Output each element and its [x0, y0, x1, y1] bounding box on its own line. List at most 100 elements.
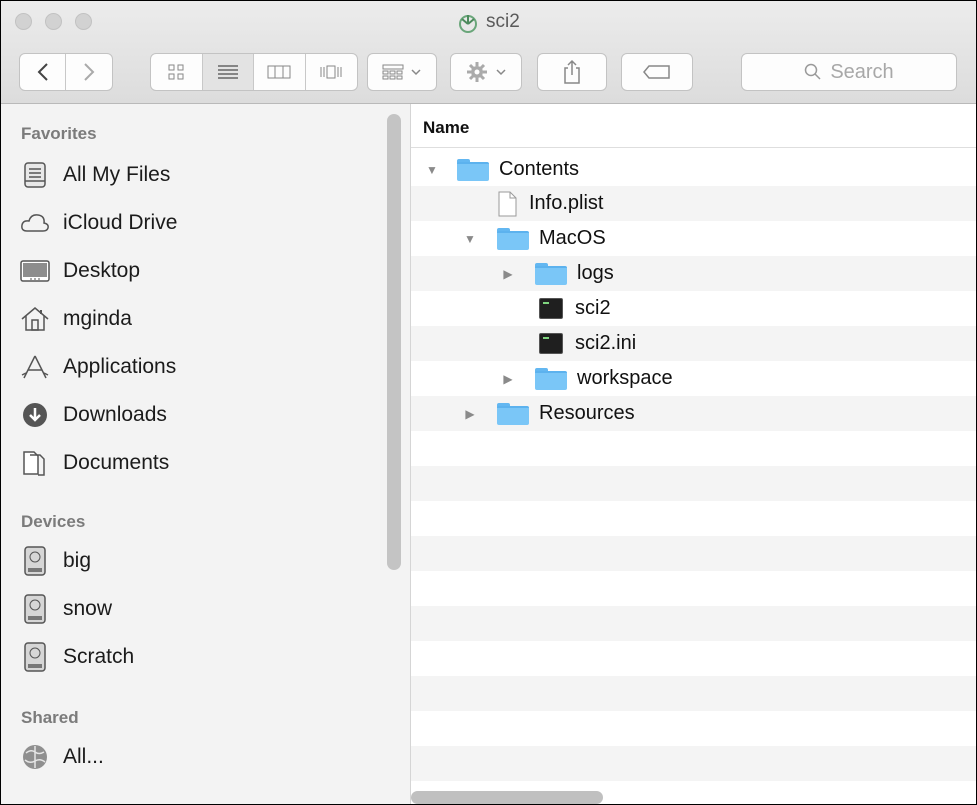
list-row-sci2[interactable]: sci2 [411, 291, 976, 326]
list-row-label: logs [577, 262, 614, 284]
share-icon [564, 59, 580, 84]
home-icon [19, 303, 51, 335]
sci2-app-icon [459, 15, 477, 33]
share-button[interactable] [537, 53, 607, 91]
executable-icon [539, 298, 563, 319]
chevron-right-icon [84, 63, 95, 81]
disk-icon [19, 641, 51, 673]
arrange-grid-icon [382, 64, 404, 80]
sidebar-item-label: mginda [63, 307, 132, 330]
disk-icon [19, 545, 51, 577]
list-row-resources[interactable]: ▶ Resources [411, 396, 976, 431]
list-row-label: Resources [539, 402, 635, 424]
cloud-icon [19, 207, 51, 239]
documents-icon [19, 447, 51, 479]
column-view-icon [267, 65, 291, 79]
applications-icon [19, 351, 51, 383]
sidebar-item-desktop[interactable]: Desktop [19, 254, 140, 288]
column-header-name[interactable]: Name [411, 104, 976, 148]
folder-icon [535, 367, 567, 390]
disclosure-closed-icon[interactable]: ▶ [501, 372, 515, 386]
disclosure-closed-icon[interactable]: ▶ [463, 407, 477, 421]
arrange-button[interactable] [367, 53, 437, 91]
search-placeholder: Search [830, 60, 894, 83]
stripe [411, 536, 976, 571]
sidebar-item-documents[interactable]: Documents [19, 446, 169, 480]
list-row-workspace[interactable]: ▶ workspace [411, 361, 976, 396]
sidebar-item-applications[interactable]: Applications [19, 350, 176, 384]
shared-section-title: Shared [21, 708, 79, 727]
cover-flow-icon [320, 65, 342, 79]
sidebar-item-downloads[interactable]: Downloads [19, 398, 167, 432]
sidebar-item-label: All My Files [63, 163, 171, 186]
tag-icon [643, 65, 670, 79]
sidebar-item-icloud-drive[interactable]: iCloud Drive [19, 206, 177, 240]
sidebar-item-label: big [63, 549, 92, 572]
list-row-label: sci2 [575, 297, 611, 319]
sidebar-item-label: Applications [63, 355, 177, 378]
column-view-button[interactable] [254, 54, 306, 90]
sidebar-item-big[interactable]: big [19, 544, 91, 578]
sidebar-item-snow[interactable]: snow [19, 592, 112, 626]
list-row-contents[interactable]: ▼ Contents [411, 152, 976, 187]
disclosure-open-icon[interactable]: ▼ [463, 232, 477, 246]
sidebar: Favorites All My Files iCloud Drive Desk… [1, 104, 411, 804]
forward-button[interactable] [66, 54, 112, 90]
close-window-button[interactable] [15, 13, 32, 30]
sidebar-item-label: Documents [63, 451, 170, 474]
disclosure-closed-icon[interactable]: ▶ [501, 267, 515, 281]
executable-icon [539, 333, 563, 354]
sidebar-item-scratch[interactable]: Scratch [19, 640, 134, 674]
sidebar-item-label: Downloads [63, 403, 167, 426]
list-row-macos[interactable]: ▼ MacOS [411, 221, 976, 256]
sidebar-item-all-shared[interactable]: All... [19, 740, 104, 774]
sidebar-item-label: Desktop [63, 259, 141, 282]
icon-view-button[interactable] [151, 54, 203, 90]
list-row-label: Contents [499, 158, 580, 180]
folder-icon [497, 402, 529, 425]
sidebar-item-label: iCloud Drive [63, 211, 178, 234]
list-row-info-plist[interactable]: Info.plist [411, 186, 976, 221]
chevron-down-icon [496, 69, 506, 76]
sidebar-item-label: All... [63, 745, 104, 768]
favorites-section-title: Favorites [21, 124, 97, 143]
minimize-window-button[interactable] [45, 13, 62, 30]
list-row-label: Info.plist [529, 192, 604, 214]
sidebar-item-label: snow [63, 597, 113, 620]
sidebar-item-mginda[interactable]: mginda [19, 302, 132, 336]
folder-icon [535, 262, 567, 285]
search-icon [805, 63, 821, 80]
toolbar: sci2 Search [1, 1, 976, 104]
action-button[interactable] [450, 53, 522, 91]
all-files-icon [19, 159, 51, 191]
stripe [411, 746, 976, 781]
edit-tags-button[interactable] [621, 53, 693, 91]
view-mode-group [150, 53, 358, 91]
stripe [411, 606, 976, 641]
zoom-window-button[interactable] [75, 13, 92, 30]
back-button[interactable] [20, 54, 67, 90]
chevron-left-icon [37, 63, 48, 81]
downloads-icon [19, 399, 51, 431]
sidebar-item-label: Scratch [63, 645, 135, 668]
nav-button-group [19, 53, 113, 91]
window-title-text: sci2 [486, 11, 520, 32]
list-view-button[interactable] [202, 54, 254, 90]
sidebar-scrollbar[interactable] [387, 114, 401, 570]
stripe [411, 466, 976, 501]
devices-section-title: Devices [21, 512, 86, 531]
network-icon [19, 741, 51, 773]
list-row-label: MacOS [539, 227, 606, 249]
horizontal-scrollbar[interactable] [411, 791, 603, 804]
folder-icon [497, 227, 529, 250]
document-icon [498, 191, 517, 216]
finder-window: sci2 Search Favorites All My Files iClou… [0, 0, 977, 805]
disclosure-open-icon[interactable]: ▼ [425, 163, 439, 177]
disk-icon [19, 593, 51, 625]
list-row-logs[interactable]: ▶ logs [411, 256, 976, 291]
cover-flow-button[interactable] [306, 54, 358, 90]
list-row-sci2-ini[interactable]: sci2.ini [411, 326, 976, 361]
stripe [411, 676, 976, 711]
search-field[interactable]: Search [741, 53, 957, 91]
sidebar-item-all-my-files[interactable]: All My Files [19, 158, 170, 192]
